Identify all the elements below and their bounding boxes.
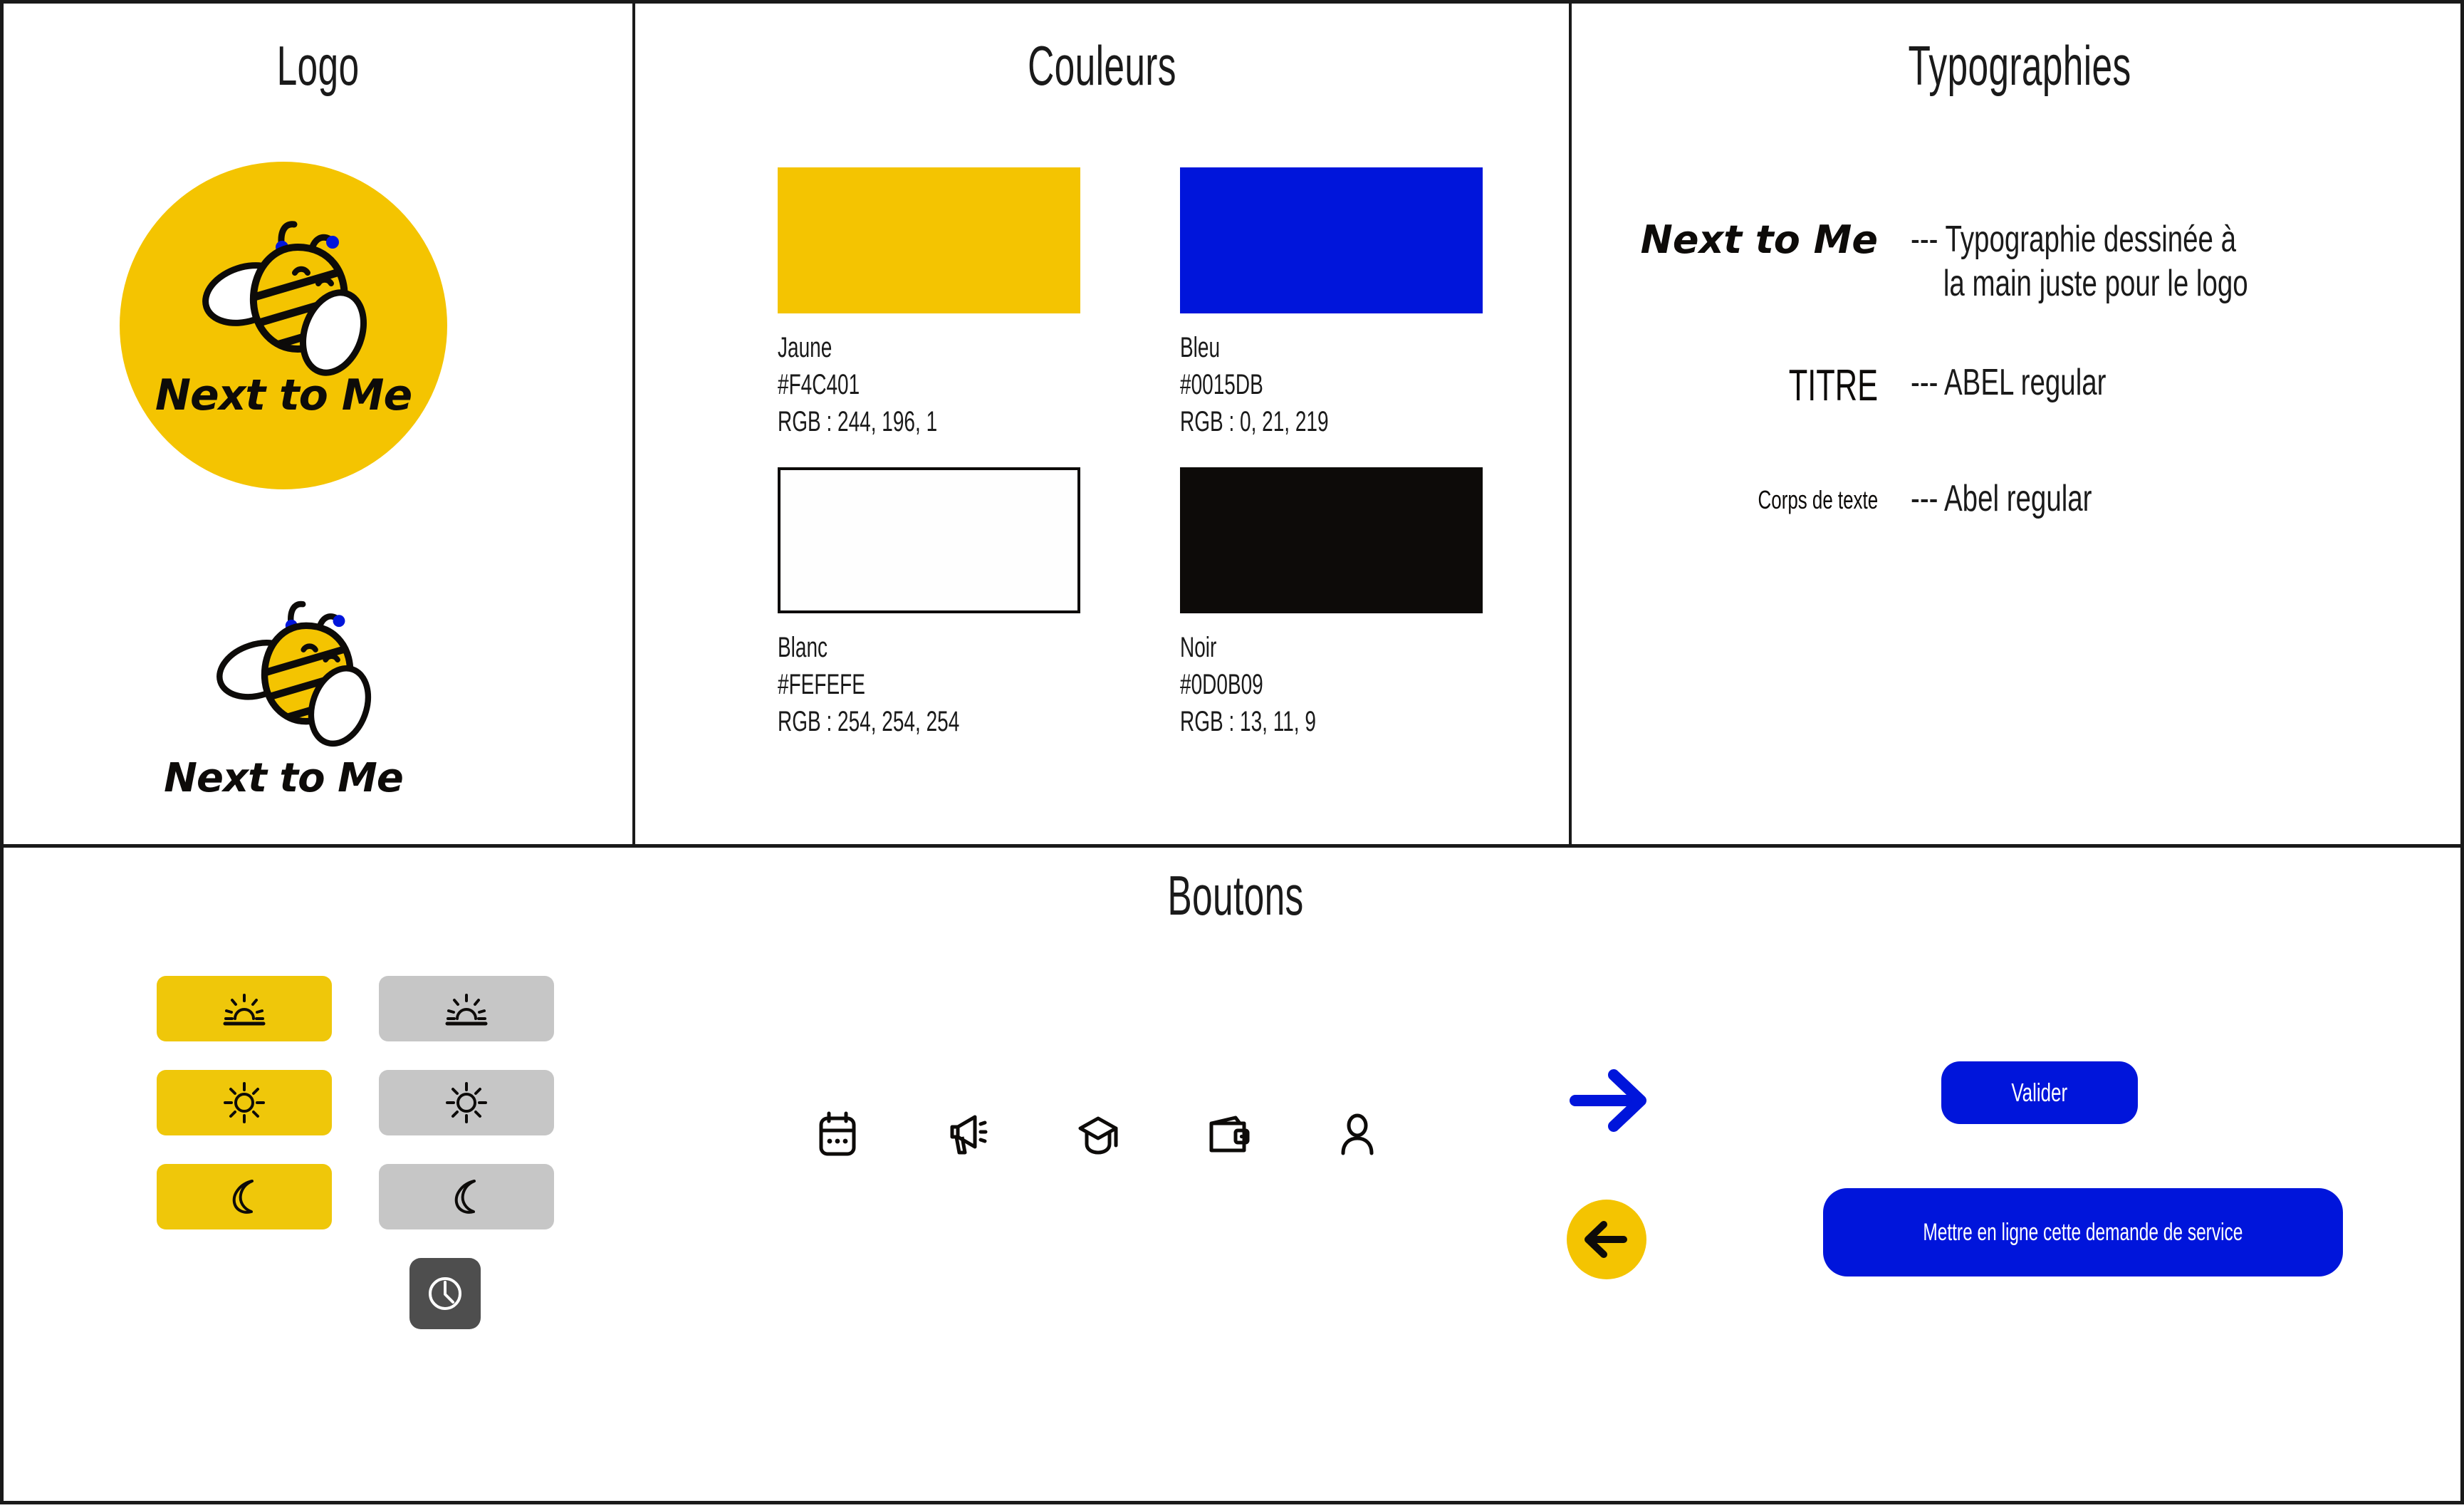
panel-typographies: Typographies Next to Me --- Typographie … bbox=[1572, 4, 2464, 844]
color-name: Noir bbox=[1180, 632, 1217, 663]
color-name: Blanc bbox=[778, 632, 828, 663]
cta-button-group: Valider Mettre en ligne cette demande de… bbox=[1823, 1061, 2343, 1276]
brand-guideline-board: Logo Next to Me Next to Me Couleurs Jaun… bbox=[0, 0, 2464, 1504]
typography-note-line2: la main juste pour le logo bbox=[1943, 263, 2248, 305]
clock-icon bbox=[429, 1277, 461, 1310]
nav-icon-row bbox=[815, 1111, 1378, 1158]
typography-row: TITRE --- ABEL regular bbox=[1572, 360, 2464, 411]
arrow-left-icon bbox=[1585, 1221, 1627, 1258]
typography-note-line1: --- ABEL regular bbox=[1911, 361, 2107, 403]
typography-sample-titre: TITRE bbox=[1788, 360, 1878, 410]
toggle-sun-active[interactable] bbox=[157, 1070, 332, 1135]
section-title-boutons: Boutons bbox=[1167, 864, 1304, 927]
toggle-moon-inactive[interactable] bbox=[379, 1164, 554, 1229]
sun-icon bbox=[446, 1082, 487, 1123]
section-title-couleurs: Couleurs bbox=[1028, 34, 1176, 97]
megaphone-icon[interactable] bbox=[944, 1111, 991, 1158]
typography-row: Next to Me --- Typographie dessinée à la… bbox=[1572, 217, 2464, 306]
toggle-sun-inactive[interactable] bbox=[379, 1070, 554, 1135]
color-hex: #FEFEFE bbox=[778, 669, 865, 700]
color-name: Bleu bbox=[1180, 332, 1221, 363]
color-swatch-item: Bleu #0015DB RGB : 0, 21, 219 bbox=[1180, 167, 1486, 440]
typography-note-wrapper: --- Abel regular bbox=[1878, 477, 2464, 521]
typography-sample-handwritten: Next to Me bbox=[1640, 217, 1878, 262]
color-swatch-blanc bbox=[778, 467, 1080, 613]
color-rgb: RGB : 0, 21, 219 bbox=[1180, 406, 1329, 437]
typography-sample-wrapper: Corps de texte bbox=[1572, 477, 1878, 515]
color-meta-blanc: Blanc #FEFEFE RGB : 254, 254, 254 bbox=[778, 629, 1084, 740]
color-hex: #F4C401 bbox=[778, 369, 860, 400]
logo-wordmark-secondary: Next to Me bbox=[164, 755, 404, 801]
color-meta-noir: Noir #0D0B09 RGB : 13, 11, 9 bbox=[1180, 629, 1486, 740]
valider-button-label: Valider bbox=[2011, 1078, 2068, 1107]
panel-couleurs: Couleurs Jaune #F4C401 RGB : 244, 196, 1… bbox=[635, 4, 1569, 844]
section-title-typographies: Typographies bbox=[1908, 34, 2131, 97]
typography-sample-wrapper: Next to Me bbox=[1572, 217, 1878, 262]
color-rgb: RGB : 254, 254, 254 bbox=[778, 706, 960, 737]
logo-bee-primary bbox=[202, 221, 367, 376]
color-meta-bleu: Bleu #0015DB RGB : 0, 21, 219 bbox=[1180, 329, 1486, 440]
arrow-right-icon[interactable] bbox=[1567, 1065, 1654, 1136]
typography-note-wrapper: --- Typographie dessinée à la main juste… bbox=[1878, 217, 2464, 306]
typography-sample-wrapper: TITRE bbox=[1572, 360, 1878, 411]
toggle-row-sun bbox=[157, 1070, 554, 1135]
color-rgb: RGB : 13, 11, 9 bbox=[1180, 706, 1316, 737]
user-icon[interactable] bbox=[1337, 1112, 1378, 1158]
toggle-sunrise-active[interactable] bbox=[157, 976, 332, 1041]
sun-icon bbox=[224, 1082, 265, 1123]
color-rgb: RGB : 244, 196, 1 bbox=[778, 406, 938, 437]
color-swatch-noir bbox=[1180, 467, 1483, 613]
typography-note-line1: --- Typographie dessinée à bbox=[1911, 219, 2237, 260]
valider-button[interactable]: Valider bbox=[1941, 1061, 2138, 1124]
color-hex: #0015DB bbox=[1180, 369, 1263, 400]
graduation-cap-icon[interactable] bbox=[1075, 1113, 1122, 1157]
color-swatch-grid: Jaune #F4C401 RGB : 244, 196, 1 Bleu #00… bbox=[778, 167, 1504, 740]
typography-note-wrapper: --- ABEL regular bbox=[1878, 360, 2464, 405]
color-swatch-item: Jaune #F4C401 RGB : 244, 196, 1 bbox=[778, 167, 1084, 440]
color-meta-jaune: Jaune #F4C401 RGB : 244, 196, 1 bbox=[778, 329, 1084, 440]
wallet-icon[interactable] bbox=[1206, 1113, 1253, 1156]
arrow-back-button[interactable] bbox=[1567, 1200, 1646, 1279]
sunrise-icon bbox=[445, 994, 488, 1026]
moon-icon bbox=[454, 1180, 476, 1214]
mettre-en-ligne-button[interactable]: Mettre en ligne cette demande de service bbox=[1823, 1188, 2343, 1276]
logo-bee-secondary bbox=[216, 600, 372, 747]
typography-row: Corps de texte --- Abel regular bbox=[1572, 477, 2464, 521]
typography-sample-corps: Corps de texte bbox=[1758, 484, 1878, 514]
color-swatch-bleu bbox=[1180, 167, 1483, 313]
color-name: Jaune bbox=[778, 332, 832, 363]
toggle-button-cluster bbox=[157, 976, 554, 1329]
panel-logo: Logo Next to Me Next to Me bbox=[4, 4, 632, 844]
typography-note-line1: --- Abel regular bbox=[1911, 477, 2092, 519]
toggle-sunrise-inactive[interactable] bbox=[379, 976, 554, 1041]
toggle-moon-active[interactable] bbox=[157, 1164, 332, 1229]
clock-button[interactable] bbox=[409, 1258, 481, 1329]
color-swatch-item: Blanc #FEFEFE RGB : 254, 254, 254 bbox=[778, 467, 1084, 740]
arrow-group bbox=[1567, 1065, 1654, 1279]
toggle-row-moon bbox=[157, 1164, 554, 1229]
typography-list: Next to Me --- Typographie dessinée à la… bbox=[1572, 217, 2464, 575]
color-hex: #0D0B09 bbox=[1180, 669, 1263, 700]
sunrise-icon bbox=[223, 994, 266, 1026]
toggle-row-sunrise bbox=[157, 976, 554, 1041]
logo-wordmark-primary: Next to Me bbox=[155, 370, 412, 420]
calendar-icon[interactable] bbox=[815, 1111, 860, 1158]
color-swatch-jaune bbox=[778, 167, 1080, 313]
section-title-logo: Logo bbox=[276, 34, 360, 97]
color-swatch-item: Noir #0D0B09 RGB : 13, 11, 9 bbox=[1180, 467, 1486, 740]
mettre-en-ligne-button-label: Mettre en ligne cette demande de service bbox=[1923, 1218, 2243, 1246]
moon-icon bbox=[232, 1180, 254, 1214]
